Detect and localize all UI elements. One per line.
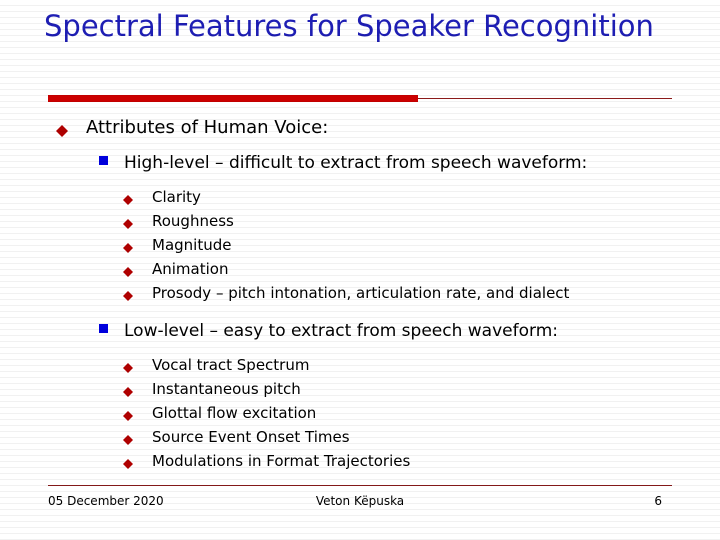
bullet-row-level-3: Instantaneous pitch — [0, 377, 720, 401]
bullet-text: Modulations in Format Trajectories — [152, 452, 411, 470]
bullet-text: Magnitude — [152, 236, 232, 254]
bullet-text: Vocal tract Spectrum — [152, 356, 310, 374]
bullet-row-level-3: Source Event Onset Times — [0, 425, 720, 449]
diamond-bullet-icon — [123, 190, 133, 205]
diamond-bullet-icon — [123, 454, 133, 469]
footer-author: Veton Këpuska — [315, 494, 405, 508]
bullet-row-level-3: Prosody – pitch intonation, articulation… — [0, 281, 720, 305]
bullet-row-level-3: Animation — [0, 257, 720, 281]
bullet-row-level-3: Roughness — [0, 209, 720, 233]
title-accent-bar — [48, 95, 418, 102]
bullet-row-level-3: Vocal tract Spectrum — [0, 353, 720, 377]
diamond-bullet-icon — [123, 430, 133, 445]
page-title: Spectral Features for Speaker Recognitio… — [44, 9, 654, 43]
bullet-row-level-3: Clarity — [0, 185, 720, 209]
diamond-bullet-icon — [123, 406, 133, 421]
bullet-row-level-2: High-level – difficult to extract from s… — [0, 151, 720, 175]
slide: Spectral Features for Speaker Recognitio… — [0, 0, 720, 540]
diamond-bullet-icon — [123, 262, 133, 277]
bullet-text: Source Event Onset Times — [152, 428, 350, 446]
diamond-bullet-icon — [56, 119, 68, 137]
bullet-text: Low-level – easy to extract from speech … — [124, 321, 558, 341]
footer-divider-line — [48, 485, 672, 486]
bullet-row-level-2: Low-level – easy to extract from speech … — [0, 319, 720, 343]
bullet-text: Prosody – pitch intonation, articulation… — [152, 284, 570, 302]
bullet-list: Attributes of Human Voice: High-level – d… — [0, 114, 720, 473]
diamond-bullet-icon — [123, 382, 133, 397]
square-bullet-icon — [99, 156, 108, 165]
footer-page-number: 6 — [654, 494, 662, 508]
bullet-text: Roughness — [152, 212, 234, 230]
bullet-row-level-3: Magnitude — [0, 233, 720, 257]
bullet-text: Attributes of Human Voice: — [86, 117, 329, 138]
bullet-text: Clarity — [152, 188, 201, 206]
diamond-bullet-icon — [123, 286, 133, 301]
bullet-row-level-3: Glottal flow excitation — [0, 401, 720, 425]
bullet-text: Glottal flow excitation — [152, 404, 317, 422]
square-bullet-icon — [99, 324, 108, 333]
diamond-bullet-icon — [123, 214, 133, 229]
bullet-row-level-3: Modulations in Format Trajectories — [0, 449, 720, 473]
diamond-bullet-icon — [123, 238, 133, 253]
diamond-bullet-icon — [123, 358, 133, 373]
bullet-text: High-level – difficult to extract from s… — [124, 153, 588, 173]
slide-footer: 05 December 2020 Veton Këpuska 6 — [48, 492, 672, 512]
bullet-row-level-1: Attributes of Human Voice: — [0, 114, 720, 141]
bullet-text: Animation — [152, 260, 229, 278]
bullet-text: Instantaneous pitch — [152, 380, 301, 398]
